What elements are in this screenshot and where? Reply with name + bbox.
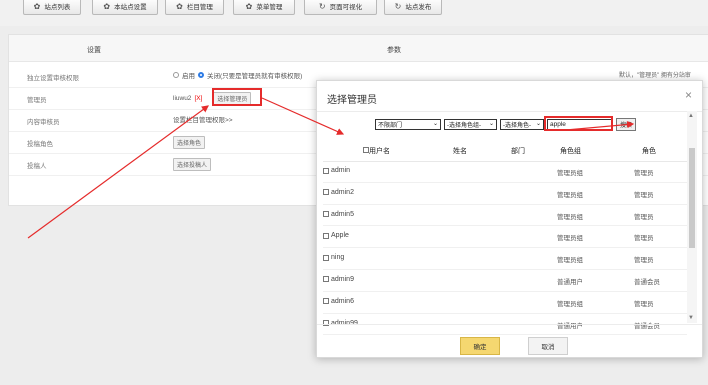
role-group-cell: 管理员组 [557, 191, 583, 199]
user-table-body: admin 管理员组 管理员 admin2 管理员组 管理员 admin5 管理员组 管理员 Ap… [323, 161, 687, 336]
username-cell: ning [323, 254, 344, 261]
row-checkbox[interactable] [323, 211, 329, 218]
role-group-cell: 管理员组 [557, 170, 583, 177]
username-cell: admin6 [323, 298, 354, 305]
row-label: 独立设置审核权限 [27, 75, 79, 82]
role-cell: 普通会员 [634, 278, 660, 286]
table-row[interactable]: admin 管理员组 管理员 [323, 161, 687, 183]
username-cell: admin [323, 167, 350, 174]
close-icon[interactable]: × [685, 88, 692, 102]
select-admin-dialog: 选择管理员 × 不限部门 ⌄ -选择角色组- ⌄ -选择角色- ⌄ apple 搜索 … [316, 80, 703, 358]
table-row[interactable]: ning 管理员组 管理员 [323, 248, 687, 270]
header-params: 参数 [387, 47, 401, 54]
gear-icon: ✿ [176, 1, 183, 11]
cancel-button[interactable]: 取消 [528, 337, 568, 355]
col-role-group: 角色组 [560, 148, 581, 155]
scrollbar[interactable]: ▲ ▼ [687, 111, 697, 323]
role-group-cell: 管理员组 [557, 300, 583, 308]
role-select[interactable]: -选择角色- ⌄ [500, 118, 544, 130]
annotation-highlight-box [544, 116, 613, 131]
select-role-button[interactable]: 选择角色 [173, 136, 206, 149]
audit-radio-group: 启用 关闭(只要是管理员就有审核权限) [173, 70, 302, 80]
row-label: 投稿人 [27, 163, 47, 170]
remove-admin-link[interactable]: [X] [194, 95, 202, 102]
row-checkbox[interactable] [323, 298, 329, 305]
panel-header: 设置 参数 [9, 35, 708, 62]
admin-name: liuwu2 [173, 95, 192, 102]
select-submitter-button[interactable]: 选择投稿人 [173, 158, 212, 171]
row-checkbox[interactable] [323, 276, 329, 283]
row-checkbox[interactable] [323, 254, 329, 261]
table-row[interactable]: admin6 管理员组 管理员 [323, 292, 687, 314]
site-publish-button[interactable]: ↻ 站点发布 [384, 0, 442, 15]
role-cell: 管理员 [634, 170, 654, 177]
role-group-cell: 管理员组 [557, 235, 583, 243]
role-cell: 管理员 [634, 213, 654, 221]
table-header: 用户名 姓名 部门 角色组 角色 [323, 139, 687, 162]
row-label: 内容审核员 [27, 119, 60, 126]
username-cell: admin9 [323, 276, 354, 283]
header-settings: 设置 [87, 47, 101, 54]
row-checkbox[interactable] [323, 189, 329, 196]
row-checkbox[interactable] [323, 167, 329, 174]
role-group-select[interactable]: -选择角色组- ⌄ [444, 118, 497, 130]
page-visual-button[interactable]: ↻ 页面可视化 [304, 0, 377, 15]
chevron-down-icon: ⌄ [535, 120, 541, 127]
column-manage-button[interactable]: ✿ 栏目管理 [165, 0, 224, 15]
col-department: 部门 [511, 148, 525, 155]
chevron-down-icon: ⌄ [488, 120, 494, 127]
row-checkbox[interactable] [323, 232, 329, 239]
role-group-cell: 管理员组 [557, 257, 583, 265]
role-group-cell: 普通用户 [557, 278, 583, 286]
dialog-footer: 确定 取消 [317, 324, 702, 360]
row-label: 管理员 [27, 97, 47, 104]
site-settings-button[interactable]: ✿ 本站点设置 [92, 0, 158, 15]
radio-close[interactable] [198, 72, 204, 78]
scroll-thumb[interactable] [689, 148, 695, 248]
username-cell: Apple [323, 232, 349, 239]
scroll-down-icon[interactable]: ▼ [688, 315, 694, 321]
gear-icon: ✿ [33, 1, 41, 11]
top-toolbar: ✿ 站点列表 ✿ 本站点设置 ✿ 栏目管理 ✿ 菜单管理 ↻ 页面可视化 ↻ 站点发布 [0, 0, 708, 26]
chevron-down-icon: ⌄ [432, 120, 438, 127]
site-list-button[interactable]: ✿ 站点列表 [23, 0, 81, 15]
scroll-up-icon[interactable]: ▲ [688, 113, 694, 119]
menu-manage-button[interactable]: ✿ 菜单管理 [233, 0, 295, 15]
col-role: 角色 [642, 148, 656, 155]
refresh-icon: ↻ [318, 1, 326, 11]
table-row[interactable]: admin5 管理员组 管理员 [323, 205, 687, 227]
role-group-cell: 管理员组 [557, 213, 583, 221]
row-label: 投稿角色 [27, 141, 53, 148]
row-note: 默认，"管理员" 拥有分站审 [619, 73, 691, 79]
search-button[interactable]: 搜索 [616, 117, 637, 131]
dialog-title: 选择管理员 [327, 95, 377, 106]
gear-icon: ✿ [245, 1, 253, 11]
annotation-highlight-box [212, 88, 262, 106]
role-cell: 管理员 [634, 300, 654, 308]
role-cell: 管理员 [634, 191, 654, 199]
col-username: 用户名 [363, 146, 390, 156]
radio-enable[interactable] [173, 72, 179, 78]
gear-icon: ✿ [103, 1, 111, 11]
role-cell: 管理员 [634, 257, 654, 265]
table-row[interactable]: Apple 管理员组 管理员 [323, 226, 687, 249]
divider [317, 111, 702, 112]
table-row[interactable]: admin2 管理员组 管理员 [323, 183, 687, 205]
column-permission-link[interactable]: 设置栏目管理权限>> [173, 114, 233, 124]
col-realname: 姓名 [453, 148, 467, 155]
username-cell: admin5 [323, 211, 354, 218]
table-row[interactable]: admin9 普通用户 普通会员 [323, 270, 687, 292]
username-cell: admin2 [323, 189, 354, 196]
refresh-icon: ↻ [394, 1, 402, 11]
confirm-button[interactable]: 确定 [460, 337, 500, 355]
department-select[interactable]: 不限部门 ⌄ [375, 118, 441, 130]
role-cell: 管理员 [634, 235, 654, 243]
